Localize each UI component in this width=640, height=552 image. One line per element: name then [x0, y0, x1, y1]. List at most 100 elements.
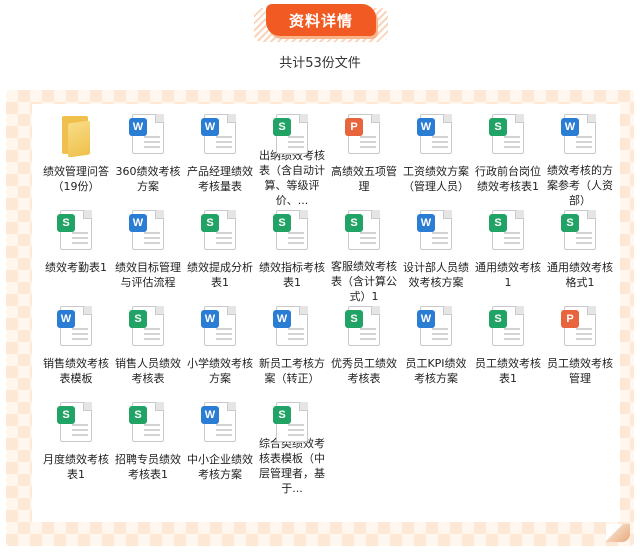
file-label: 客服绩效考核表（含计算公式）1: [331, 260, 397, 303]
file-item[interactable]: S 综合类绩效考核表模板（中层管理者，基于...: [256, 400, 328, 496]
file-label: 设计部人员绩效考核方案: [403, 261, 469, 289]
file-item[interactable]: P 员工绩效考核管理: [544, 304, 616, 400]
file-item[interactable]: W 绩效目标管理与评估流程: [112, 208, 184, 304]
file-label: 绩效提成分析表1: [187, 261, 253, 289]
file-type-badge: S: [273, 118, 291, 136]
presentation-document-icon: P: [560, 304, 600, 350]
file-type-badge: S: [57, 214, 75, 232]
word-document-icon: W: [56, 304, 96, 350]
file-item[interactable]: W 销售绩效考核表模板: [40, 304, 112, 400]
file-type-badge: S: [57, 406, 75, 424]
file-type-badge: W: [57, 310, 75, 328]
spreadsheet-document-icon: S: [488, 208, 528, 254]
file-label: 绩效目标管理与评估流程: [115, 261, 181, 289]
file-type-badge: S: [489, 214, 507, 232]
file-type-badge: S: [345, 214, 363, 232]
file-label: 绩效考核的方案参考（人资部）: [547, 164, 613, 207]
file-type-badge: W: [417, 214, 435, 232]
spreadsheet-document-icon: S: [488, 304, 528, 350]
file-item[interactable]: W 绩效考核的方案参考（人资部）: [544, 112, 616, 208]
file-item[interactable]: W 中小企业绩效考核方案: [184, 400, 256, 496]
file-item[interactable]: S 绩效提成分析表1: [184, 208, 256, 304]
file-label: 员工绩效考核表1: [475, 357, 541, 385]
spreadsheet-document-icon: S: [128, 304, 168, 350]
file-item[interactable]: 绩效管理问答（19份）: [40, 112, 112, 208]
page-curl-decoration: [606, 524, 630, 542]
file-label: 小学绩效考核方案: [187, 357, 253, 385]
file-grid: 绩效管理问答（19份） W 360绩效考核方案 W 产品经理绩效考核量表 S 出纳绩效考核表…: [40, 112, 616, 496]
file-label: 月度绩效考核表1: [43, 453, 109, 481]
file-type-badge: S: [201, 214, 219, 232]
file-item[interactable]: W 小学绩效考核方案: [184, 304, 256, 400]
word-document-icon: W: [416, 304, 456, 350]
spreadsheet-document-icon: S: [272, 112, 312, 154]
folder-icon: [56, 112, 96, 158]
file-item[interactable]: W 工资绩效方案（管理人员）: [400, 112, 472, 208]
file-label: 出纳绩效考核表（含自动计算、等级评价、...: [259, 149, 325, 207]
file-label: 通用绩效考核格式1: [547, 261, 613, 289]
file-type-badge: S: [345, 310, 363, 328]
spreadsheet-document-icon: S: [488, 112, 528, 158]
file-count: 共计53份文件: [279, 56, 361, 71]
file-label: 员工KPI绩效考核方案: [405, 357, 467, 385]
spreadsheet-document-icon: S: [272, 400, 312, 442]
file-label: 360绩效考核方案: [115, 165, 181, 193]
file-type-badge: S: [489, 118, 507, 136]
file-item[interactable]: W 360绩效考核方案: [112, 112, 184, 208]
spreadsheet-document-icon: S: [200, 208, 240, 254]
file-item[interactable]: S 出纳绩效考核表（含自动计算、等级评价、...: [256, 112, 328, 208]
word-document-icon: W: [416, 112, 456, 158]
file-label: 行政前台岗位绩效考核表1: [475, 165, 541, 193]
file-type-badge: W: [273, 310, 291, 328]
file-label: 销售绩效考核表模板: [43, 357, 109, 385]
file-item[interactable]: W 员工KPI绩效考核方案: [400, 304, 472, 400]
file-item[interactable]: S 通用绩效考核格式1: [544, 208, 616, 304]
file-label: 综合类绩效考核表模板（中层管理者，基于...: [259, 437, 325, 495]
file-type-badge: W: [201, 406, 219, 424]
spreadsheet-document-icon: S: [560, 208, 600, 254]
file-type-badge: S: [273, 214, 291, 232]
file-item[interactable]: S 绩效指标考核表1: [256, 208, 328, 304]
word-document-icon: W: [560, 112, 600, 157]
file-item[interactable]: S 客服绩效考核表（含计算公式）1: [328, 208, 400, 304]
spreadsheet-document-icon: S: [56, 400, 96, 446]
spreadsheet-document-icon: S: [128, 400, 168, 446]
file-type-badge: W: [561, 118, 579, 136]
file-type-badge: W: [201, 310, 219, 328]
file-item[interactable]: S 招聘专员绩效考核表1: [112, 400, 184, 496]
file-item[interactable]: S 行政前台岗位绩效考核表1: [472, 112, 544, 208]
file-type-badge: P: [561, 310, 579, 328]
file-label: 绩效指标考核表1: [259, 261, 325, 289]
file-item[interactable]: P 高绩效五项管理: [328, 112, 400, 208]
file-item[interactable]: W 新员工考核方案（转正）: [256, 304, 328, 400]
file-item[interactable]: S 月度绩效考核表1: [40, 400, 112, 496]
file-label: 员工绩效考核管理: [547, 357, 613, 385]
file-label: 产品经理绩效考核量表: [187, 165, 253, 193]
spreadsheet-document-icon: S: [344, 208, 384, 253]
file-item[interactable]: S 通用绩效考核1: [472, 208, 544, 304]
presentation-document-icon: P: [344, 112, 384, 158]
file-type-badge: S: [273, 406, 291, 424]
file-item[interactable]: S 绩效考勤表1: [40, 208, 112, 304]
file-item[interactable]: W 设计部人员绩效考核方案: [400, 208, 472, 304]
file-item[interactable]: W 产品经理绩效考核量表: [184, 112, 256, 208]
word-document-icon: W: [416, 208, 456, 254]
file-type-badge: W: [129, 118, 147, 136]
page-title: 资料详情: [266, 4, 376, 36]
file-label: 招聘专员绩效考核表1: [115, 453, 181, 481]
file-item[interactable]: S 销售人员绩效考核表: [112, 304, 184, 400]
file-item[interactable]: S 员工绩效考核表1: [472, 304, 544, 400]
spreadsheet-document-icon: S: [344, 304, 384, 350]
file-type-badge: S: [129, 310, 147, 328]
file-panel-inner: 绩效管理问答（19份） W 360绩效考核方案 W 产品经理绩效考核量表 S 出纳绩效考核表…: [32, 104, 620, 522]
word-document-icon: W: [128, 112, 168, 158]
file-label: 工资绩效方案（管理人员）: [403, 165, 469, 193]
file-type-badge: W: [201, 118, 219, 136]
file-label: 新员工考核方案（转正）: [259, 357, 325, 385]
file-item[interactable]: S 优秀员工绩效考核表: [328, 304, 400, 400]
file-label: 高绩效五项管理: [331, 165, 397, 193]
file-label: 通用绩效考核1: [475, 261, 541, 289]
file-type-badge: P: [345, 118, 363, 136]
word-document-icon: W: [200, 400, 240, 446]
spreadsheet-document-icon: S: [56, 208, 96, 254]
